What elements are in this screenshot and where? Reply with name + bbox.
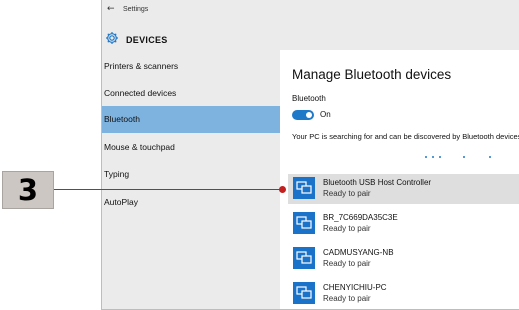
bluetooth-device-icon <box>293 282 315 304</box>
callout-leader-line <box>54 189 283 190</box>
searching-progress-dots <box>425 156 519 160</box>
device-item-cadmusyang-nb[interactable]: CADMUSYANG-NB Ready to pair <box>288 244 519 274</box>
content-pane: Manage Bluetooth devices Bluetooth On Yo… <box>280 50 519 310</box>
callout-leader-dot <box>279 186 286 193</box>
device-status: Ready to pair <box>323 259 371 268</box>
bluetooth-device-icon <box>293 212 315 234</box>
discovery-description: Your PC is searching for and can be disc… <box>292 132 519 141</box>
device-name: CHENYICHIU-PC <box>323 283 387 292</box>
sidebar-item-mouse-touchpad[interactable]: Mouse & touchpad <box>101 134 280 161</box>
settings-window: ← Settings DEVICES Printers & scanners C… <box>101 0 519 310</box>
bluetooth-device-icon <box>293 177 315 199</box>
sidebar-item-printers-scanners[interactable]: Printers & scanners <box>101 53 280 80</box>
progress-dot <box>489 156 491 158</box>
sidebar-item-typing[interactable]: Typing <box>101 161 280 188</box>
device-item-br-7c669da35c3e[interactable]: BR_7C669DA35C3E Ready to pair <box>288 209 519 239</box>
progress-dot <box>425 156 427 158</box>
sidebar-item-bluetooth[interactable]: Bluetooth <box>101 106 280 133</box>
section-title: Manage Bluetooth devices <box>292 67 452 82</box>
device-name: BR_7C669DA35C3E <box>323 213 398 222</box>
device-name: Bluetooth USB Host Controller <box>323 178 432 187</box>
page-title: DEVICES <box>126 35 168 45</box>
device-item-bluetooth-usb-host-controller[interactable]: Bluetooth USB Host Controller Ready to p… <box>288 174 519 204</box>
gear-icon <box>106 32 118 44</box>
progress-dot <box>463 156 465 158</box>
progress-dot <box>432 156 434 158</box>
bluetooth-label: Bluetooth <box>292 94 326 103</box>
sidebar-item-connected-devices[interactable]: Connected devices <box>101 80 280 107</box>
app-title: Settings <box>123 6 149 13</box>
bluetooth-device-icon <box>293 247 315 269</box>
device-status: Ready to pair <box>323 189 371 198</box>
toggle-knob <box>306 112 312 118</box>
title-bar: ← Settings DEVICES <box>101 0 519 50</box>
callout-number-badge: 3 <box>2 171 54 209</box>
progress-dot <box>439 156 441 158</box>
device-status: Ready to pair <box>323 224 371 233</box>
device-name: CADMUSYANG-NB <box>323 248 394 257</box>
device-status: Ready to pair <box>323 294 371 303</box>
sidebar: Printers & scanners Connected devices Bl… <box>101 50 280 310</box>
window-border <box>101 0 102 310</box>
toggle-state-label: On <box>320 110 331 119</box>
back-arrow-icon[interactable]: ← <box>107 4 115 14</box>
device-item-chenyichiu-pc[interactable]: CHENYICHIU-PC Ready to pair <box>288 279 519 309</box>
sidebar-item-autoplay[interactable]: AutoPlay <box>101 189 280 216</box>
bluetooth-toggle[interactable] <box>292 110 314 120</box>
